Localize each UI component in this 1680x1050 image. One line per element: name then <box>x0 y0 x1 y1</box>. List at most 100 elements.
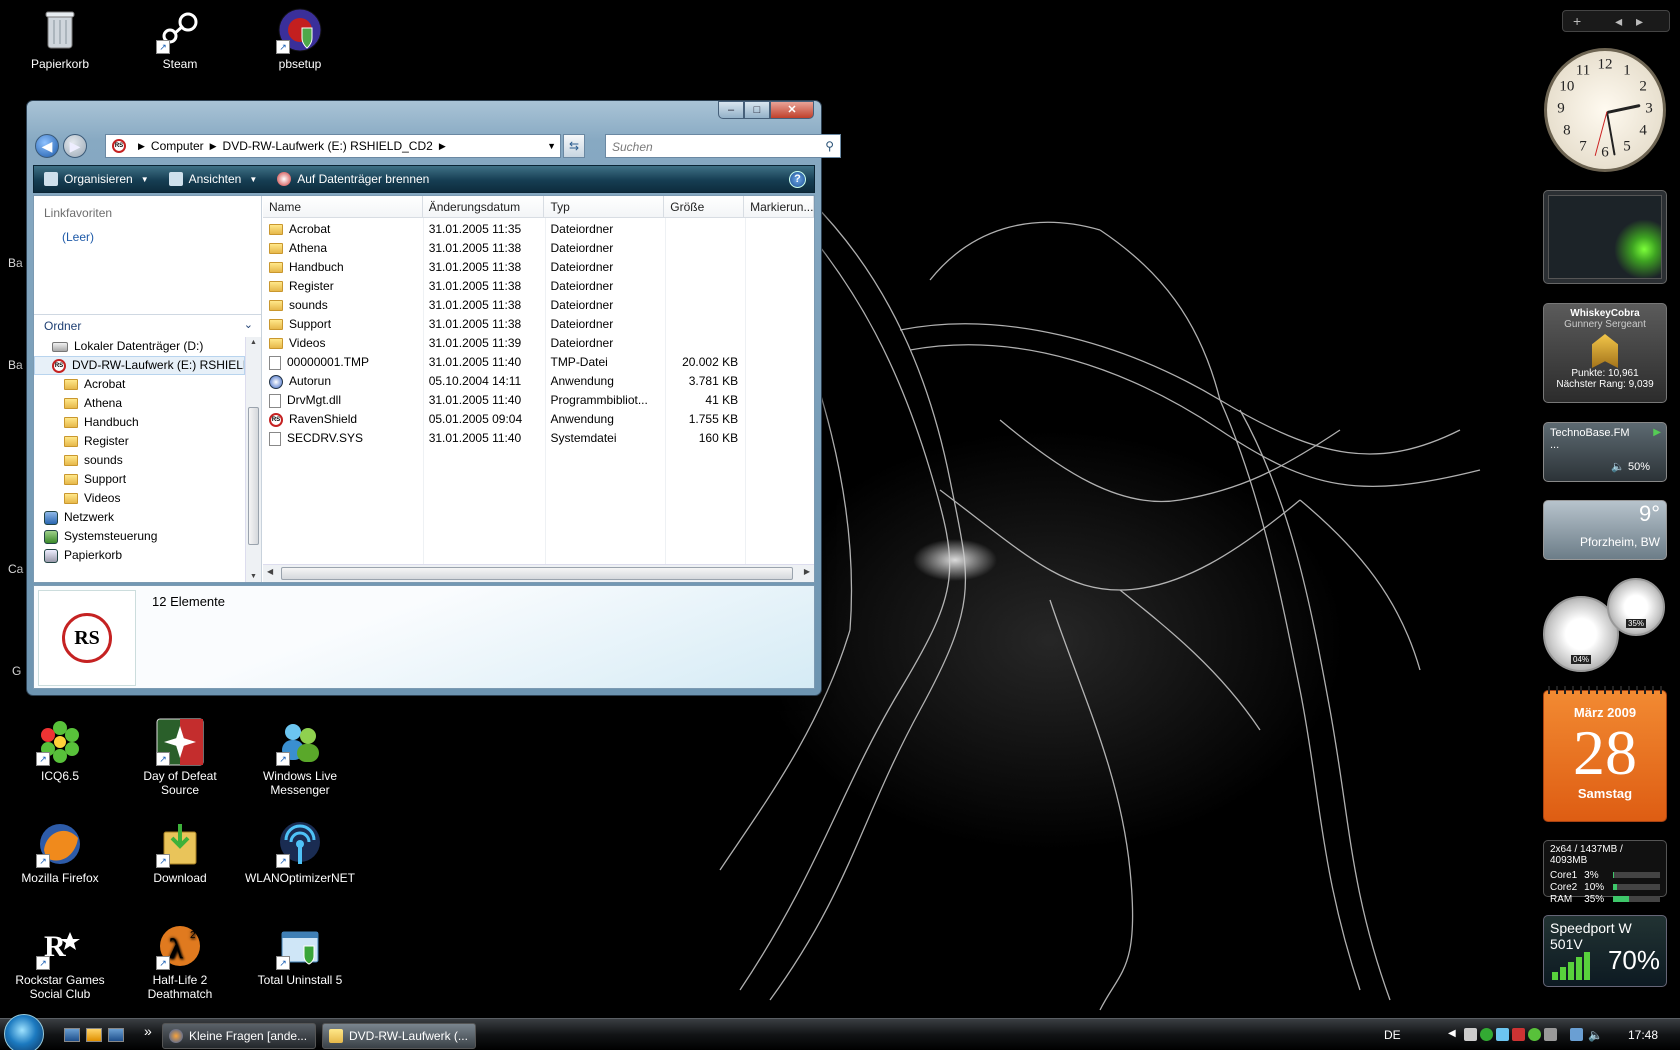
scroll-right-icon[interactable]: ▶ <box>804 567 810 576</box>
minimize-button[interactable]: – <box>718 101 744 119</box>
organize-button[interactable]: Organisieren ▼ <box>34 166 159 192</box>
scrollbar-thumb[interactable] <box>281 567 793 580</box>
views-button[interactable]: Ansichten ▼ <box>159 166 268 192</box>
help-button[interactable]: ? <box>789 171 806 188</box>
scroll-left-icon[interactable]: ◀ <box>267 567 273 576</box>
desktop-icon-wlan-optimizer[interactable]: ↗ WLANOptimizerNET <box>244 820 356 885</box>
file-row[interactable]: sounds 31.01.2005 11:38 Dateiordner <box>263 296 814 315</box>
tree-item-athena[interactable]: Athena <box>34 394 245 413</box>
breadcrumb-drive[interactable]: DVD-RW-Laufwerk (E:) RSHIELD_CD2 <box>223 139 433 153</box>
scrollbar-thumb[interactable] <box>248 407 259 545</box>
tree-item-register[interactable]: Register <box>34 432 245 451</box>
refresh-button[interactable]: ⇆ <box>563 134 585 158</box>
column-type[interactable]: Typ <box>544 196 665 217</box>
quicklaunch-more-button[interactable]: » <box>144 1023 152 1039</box>
desktop-icon-day-of-defeat[interactable]: ↗ Day of Defeat Source <box>124 718 236 797</box>
slideshow-gadget[interactable] <box>1543 190 1667 284</box>
next-gadgets-button[interactable]: ▸ <box>1636 13 1643 29</box>
column-date[interactable]: Änderungsdatum <box>423 196 545 217</box>
back-button[interactable]: ◀ <box>35 134 59 158</box>
file-list-hscrollbar[interactable]: ◀ ▶ <box>263 564 814 582</box>
tray-app-icon[interactable] <box>1544 1028 1557 1041</box>
show-desktop-icon[interactable] <box>64 1028 80 1042</box>
tray-expand-icon[interactable]: ◀ <box>1448 1028 1456 1039</box>
tray-app-icon[interactable] <box>1528 1028 1541 1041</box>
tree-item-sounds[interactable]: sounds <box>34 451 245 470</box>
close-button[interactable]: ✕ <box>770 101 814 119</box>
column-size[interactable]: Größe <box>664 196 745 217</box>
desktop-icon-rockstar[interactable]: R ↗ Rockstar Games Social Club <box>4 922 116 1001</box>
taskbar-button-explorer[interactable]: DVD-RW-Laufwerk (... <box>322 1023 476 1049</box>
desktop-icon-firefox[interactable]: ↗ Mozilla Firefox <box>4 820 116 885</box>
file-row[interactable]: SECDRV.SYS 31.01.2005 11:40 Systemdatei 160… <box>263 429 814 448</box>
file-row[interactable]: Support 31.01.2005 11:38 Dateiordner <box>263 315 814 334</box>
radio-gadget[interactable]: TechnoBase.FM ... 🔈 50% ▶ <box>1543 422 1667 482</box>
clock[interactable]: 17:48 <box>1628 1028 1658 1042</box>
search-input[interactable]: Suchen ⚲ <box>605 134 841 158</box>
burn-button[interactable]: Auf Datenträger brennen <box>267 166 439 192</box>
tree-item-dvd-drive[interactable]: RS DVD-RW-Laufwerk (E:) RSHIELD_CD2 <box>34 356 245 375</box>
file-row[interactable]: Register 31.01.2005 11:38 Dateiordner <box>263 277 814 296</box>
file-row[interactable]: Acrobat 31.01.2005 11:35 Dateiordner <box>263 220 814 239</box>
tree-item-videos[interactable]: Videos <box>34 489 245 508</box>
favorites-empty-link[interactable]: (Leer) <box>34 226 261 248</box>
volume-icon[interactable]: 🔈 <box>1588 1028 1603 1042</box>
tree-item-control-panel[interactable]: Systemsteuerung <box>34 527 245 546</box>
folder-tree-scrollbar[interactable]: ▲ ▼ <box>245 337 261 582</box>
tray-app-icon[interactable] <box>1512 1028 1525 1041</box>
scroll-down-icon[interactable]: ▼ <box>246 573 261 580</box>
desktop-icon-recycle-bin[interactable]: Papierkorb <box>4 6 116 71</box>
prev-gadgets-button[interactable]: ◂ <box>1615 13 1622 29</box>
tree-item-network[interactable]: Netzwerk <box>34 508 245 527</box>
breadcrumb-computer[interactable]: Computer <box>151 139 204 153</box>
search-icon[interactable]: ⚲ <box>825 139 834 153</box>
weather-gadget[interactable]: 9° Pforzheim, BW <box>1543 500 1667 560</box>
desktop-icon-messenger[interactable]: ↗ Windows Live Messenger <box>244 718 356 797</box>
file-row[interactable]: Athena 31.01.2005 11:38 Dateiordner <box>263 239 814 258</box>
tray-app-icon[interactable] <box>1480 1028 1493 1041</box>
tray-app-icon[interactable] <box>1496 1028 1509 1041</box>
start-button[interactable] <box>4 1014 44 1050</box>
address-bar[interactable]: RS ▶ Computer ▶ DVD-RW-Laufwerk (E:) RSH… <box>105 134 561 158</box>
tree-item-acrobat[interactable]: Acrobat <box>34 375 245 394</box>
desktop-icon-total-uninstall[interactable]: ↗ Total Uninstall 5 <box>244 922 356 987</box>
meters-gadget[interactable]: 04% 35% <box>1543 578 1667 672</box>
clock-gadget[interactable]: 12 1 2 3 4 5 6 7 8 9 10 11 <box>1544 48 1666 172</box>
switch-windows-icon[interactable] <box>108 1028 124 1042</box>
explorer-window[interactable]: – □ ✕ ◀ ▶ RS ▶ Computer ▶ DVD-RW-Laufwer… <box>26 100 841 696</box>
folders-header[interactable]: Ordner ⌄ <box>34 314 261 336</box>
rank-gadget[interactable]: WhiskeyCobra Gunnery Sergeant Punkte: 10… <box>1543 303 1667 403</box>
language-indicator[interactable]: DE <box>1384 1028 1401 1042</box>
network-icon[interactable] <box>1570 1028 1583 1041</box>
tree-item-local-disk-d[interactable]: Lokaler Datenträger (D:) <box>34 337 245 356</box>
file-row[interactable]: Handbuch 31.01.2005 11:38 Dateiordner <box>263 258 814 277</box>
scroll-up-icon[interactable]: ▲ <box>246 339 261 346</box>
tray-app-icon[interactable] <box>1464 1028 1477 1041</box>
desktop-icon-half-life[interactable]: λ2 ↗ Half-Life 2 Deathmatch <box>124 922 236 1001</box>
file-row[interactable]: RS RavenShield 05.01.2005 09:04 Anwendung 1.… <box>263 410 814 429</box>
file-row[interactable]: Videos 31.01.2005 11:39 Dateiordner <box>263 334 814 353</box>
address-dropdown-icon[interactable]: ▼ <box>547 141 556 151</box>
taskbar-button-firefox[interactable]: Kleine Fragen [ande... <box>162 1023 316 1049</box>
calendar-gadget[interactable]: März 2009 28 Samstag <box>1543 686 1667 822</box>
desktop-icon-icq[interactable]: ↗ ICQ6.5 <box>4 718 116 783</box>
wifi-gadget[interactable]: Speedport W 501V 70% <box>1543 915 1667 987</box>
system-monitor-gadget[interactable]: 2x64 / 1437MB / 4093MB Core1 3% Core2 10% … <box>1543 840 1667 905</box>
radio-volume[interactable]: 🔈 50% <box>1611 460 1650 473</box>
media-player-icon[interactable] <box>86 1028 102 1042</box>
tree-item-recycle-bin[interactable]: Papierkorb <box>34 546 245 565</box>
forward-button[interactable]: ▶ <box>63 134 87 158</box>
maximize-button[interactable]: □ <box>744 101 770 119</box>
add-gadget-button[interactable]: + <box>1573 13 1581 29</box>
play-icon[interactable]: ▶ <box>1653 427 1661 438</box>
column-name[interactable]: Name <box>263 196 423 217</box>
desktop-icon-pbsetup[interactable]: ↗ pbsetup <box>244 6 356 71</box>
file-row[interactable]: 00000001.TMP 31.01.2005 11:40 TMP-Datei 20.… <box>263 353 814 372</box>
tree-item-handbuch[interactable]: Handbuch <box>34 413 245 432</box>
tree-item-support[interactable]: Support <box>34 470 245 489</box>
column-tags[interactable]: Markierun... <box>744 196 815 217</box>
desktop-icon-download[interactable]: ↗ Download <box>124 820 236 885</box>
file-row[interactable]: DrvMgt.dll 31.01.2005 11:40 Programmbiblio… <box>263 391 814 410</box>
desktop-icon-steam[interactable]: ↗ Steam <box>124 6 236 71</box>
file-row[interactable]: Autorun 05.10.2004 14:11 Anwendung 3.781 KB <box>263 372 814 391</box>
